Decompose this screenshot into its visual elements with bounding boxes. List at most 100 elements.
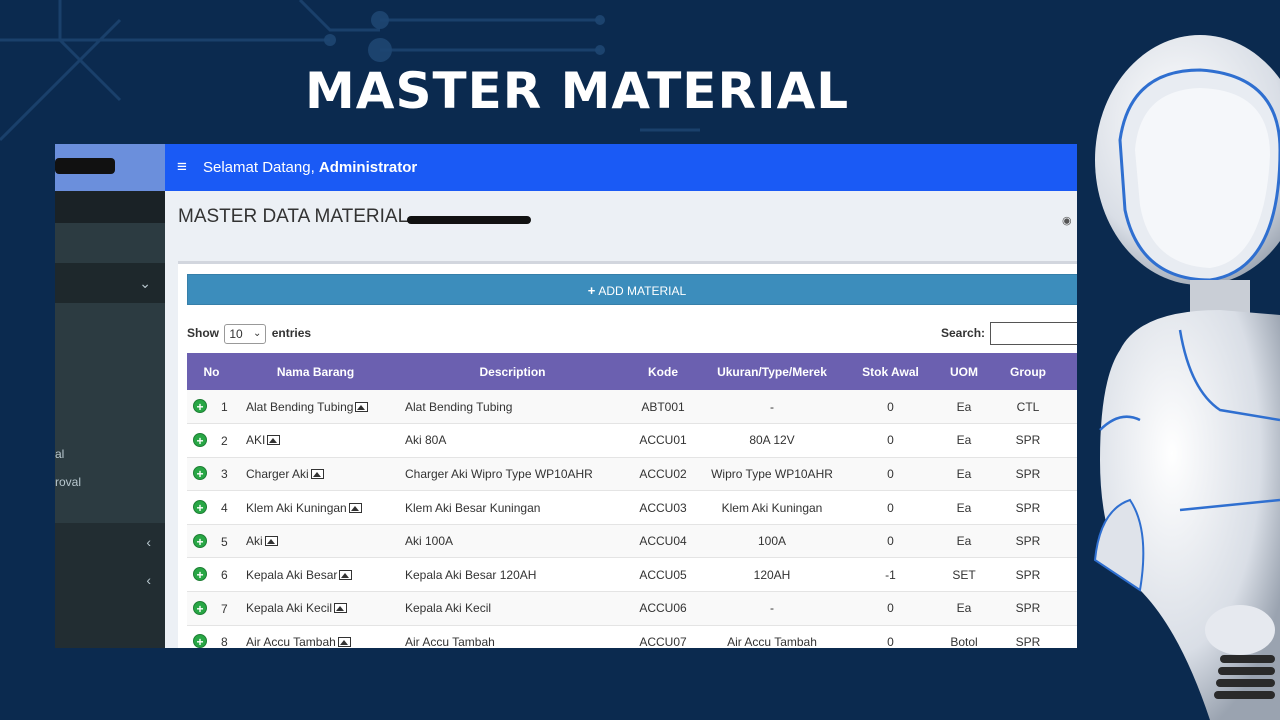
redaction: [407, 216, 531, 224]
plus-circle-icon[interactable]: +: [193, 500, 207, 515]
row-number: 8: [221, 635, 228, 648]
column-header[interactable]: No: [187, 353, 236, 390]
nama-barang-cell: Klem Aki Kuningan: [236, 490, 395, 525]
sidebar-subitem[interactable]: al: [55, 447, 64, 461]
ukuran-cell: Air Accu Tambah: [696, 625, 848, 648]
table-row[interactable]: +4 Klem Aki Kuningan Klem Aki Besar Kuning…: [187, 490, 1077, 525]
plus-circle-icon[interactable]: +: [193, 432, 207, 448]
sidebar-subitem[interactable]: roval: [55, 475, 81, 489]
entries-select[interactable]: 10 ⌄: [224, 324, 267, 344]
description-cell: Charger Aki Wipro Type WP10AHR: [395, 457, 630, 492]
plus-circle-icon[interactable]: +: [193, 567, 207, 582]
row-number-cell: +6: [187, 557, 236, 593]
dashboard-icon[interactable]: ◉: [1062, 214, 1072, 227]
column-header[interactable]: Kode: [630, 353, 696, 390]
group-cell: SPR: [995, 457, 1061, 492]
slide-title: MASTER MATERIAL: [305, 62, 850, 120]
image-icon[interactable]: [348, 502, 362, 513]
entries-length-control: Show 10 ⌄ entries: [187, 324, 311, 344]
nama-barang: Kepala Aki Besar: [246, 567, 338, 582]
uom-cell: Ea: [933, 457, 995, 492]
stok-awal-cell: 0: [848, 390, 933, 425]
sidebar-item-master[interactable]: ⌄: [55, 263, 165, 303]
hamburger-icon[interactable]: ≡: [177, 157, 187, 177]
plus-circle-icon[interactable]: +: [193, 466, 207, 481]
row-number-cell: +2: [187, 423, 236, 458]
nama-barang: Alat Bending Tubing: [246, 399, 354, 414]
uom-cell: Ea: [933, 591, 995, 626]
table-row[interactable]: +5 Aki Aki 100A ACCU04 100A 0 Ea SPR: [187, 524, 1077, 559]
spacer-cell: [1061, 625, 1077, 648]
search-input[interactable]: [990, 322, 1077, 345]
image-icon[interactable]: [355, 401, 369, 412]
image-icon[interactable]: [267, 435, 281, 446]
nama-barang: Kepala Aki Kecil: [246, 601, 333, 616]
stok-awal-cell: 0: [848, 524, 933, 559]
column-header[interactable]: UOM: [933, 353, 995, 390]
kode-cell: ACCU03: [630, 490, 696, 525]
stok-awal-cell: -1: [848, 557, 933, 593]
sidebar-item-collapsed[interactable]: ‹: [55, 564, 165, 604]
chevron-down-icon: ⌄: [139, 275, 151, 291]
table-row[interactable]: +6 Kepala Aki Besar Kepala Aki Besar 120AH…: [187, 557, 1077, 593]
description-cell: Aki 100A: [395, 524, 630, 559]
nama-barang-cell: AKI: [236, 423, 395, 458]
sidebar-item-collapsed[interactable]: ‹: [55, 524, 165, 564]
stok-awal-cell: 0: [848, 457, 933, 492]
image-icon[interactable]: [339, 569, 353, 580]
sidebar-search[interactable]: [55, 223, 165, 263]
image-icon[interactable]: [310, 468, 324, 479]
column-header[interactable]: Group: [995, 353, 1061, 390]
kode-cell: ACCU04: [630, 524, 696, 559]
ukuran-cell: Wipro Type WP10AHR: [696, 457, 848, 492]
nama-barang: AKI: [246, 433, 266, 448]
row-number: 6: [221, 568, 228, 583]
image-icon[interactable]: [337, 636, 351, 647]
material-table: No Nama Barang Description Kode Ukuran/T…: [187, 353, 1077, 648]
chevron-down-icon: ⌄: [252, 328, 262, 339]
table-body: +1 Alat Bending Tubing Alat Bending Tubing…: [187, 390, 1077, 648]
ukuran-cell: Klem Aki Kuningan: [696, 490, 848, 525]
nama-barang-cell: Aki: [236, 524, 395, 559]
row-number: 4: [221, 501, 228, 516]
nama-barang-cell: Kepala Aki Kecil: [236, 591, 395, 626]
uom-cell: Botol: [933, 625, 995, 648]
group-cell: SPR: [995, 490, 1061, 525]
description-cell: Kepala Aki Kecil: [395, 591, 630, 626]
spacer-cell: [1061, 490, 1077, 525]
row-number-cell: +1: [187, 390, 236, 425]
description-cell: Aki 80A: [395, 423, 630, 458]
nama-barang-cell: Air Accu Tambah: [236, 625, 395, 648]
plus-circle-icon[interactable]: +: [193, 634, 207, 648]
group-cell: SPR: [995, 557, 1061, 593]
column-header[interactable]: Description: [395, 353, 630, 390]
column-header[interactable]: Nama Barang: [236, 353, 395, 390]
table-row[interactable]: +2 AKI Aki 80A ACCU01 80A 12V 0 Ea SPR: [187, 423, 1077, 458]
table-row[interactable]: +8 Air Accu Tambah Air Accu Tambah ACCU07 Ai…: [187, 625, 1077, 648]
table-row[interactable]: +3 Charger Aki Charger Aki Wipro Type WP10…: [187, 457, 1077, 492]
table-row[interactable]: +1 Alat Bending Tubing Alat Bending Tubing…: [187, 390, 1077, 425]
row-number: 5: [221, 534, 228, 549]
row-number: 1: [221, 400, 228, 415]
image-icon[interactable]: [334, 603, 348, 614]
column-header-spacer: [1061, 353, 1077, 390]
add-material-button[interactable]: + ADD MATERIAL: [187, 274, 1077, 305]
spacer-cell: [1061, 423, 1077, 458]
uom-cell: Ea: [933, 524, 995, 559]
column-header[interactable]: Stok Awal: [848, 353, 933, 390]
image-icon[interactable]: [264, 536, 278, 547]
table-row[interactable]: +7 Kepala Aki Kecil Kepala Aki Kecil ACCU06…: [187, 591, 1077, 626]
group-cell: SPR: [995, 423, 1061, 458]
plus-circle-icon[interactable]: +: [193, 399, 207, 414]
description-cell: Klem Aki Besar Kuningan: [395, 490, 630, 525]
row-number: 3: [221, 467, 228, 482]
description-cell: Kepala Aki Besar 120AH: [395, 557, 630, 593]
column-header[interactable]: Ukuran/Type/Merek: [696, 353, 848, 390]
plus-circle-icon[interactable]: +: [193, 533, 207, 549]
ukuran-cell: -: [696, 390, 848, 425]
top-navbar: ≡ Selamat Datang, Administrator: [165, 144, 1077, 191]
entries-label: entries: [271, 326, 312, 341]
plus-circle-icon[interactable]: +: [193, 600, 207, 616]
plus-icon: +: [587, 283, 596, 298]
nama-barang: Air Accu Tambah: [246, 634, 336, 648]
